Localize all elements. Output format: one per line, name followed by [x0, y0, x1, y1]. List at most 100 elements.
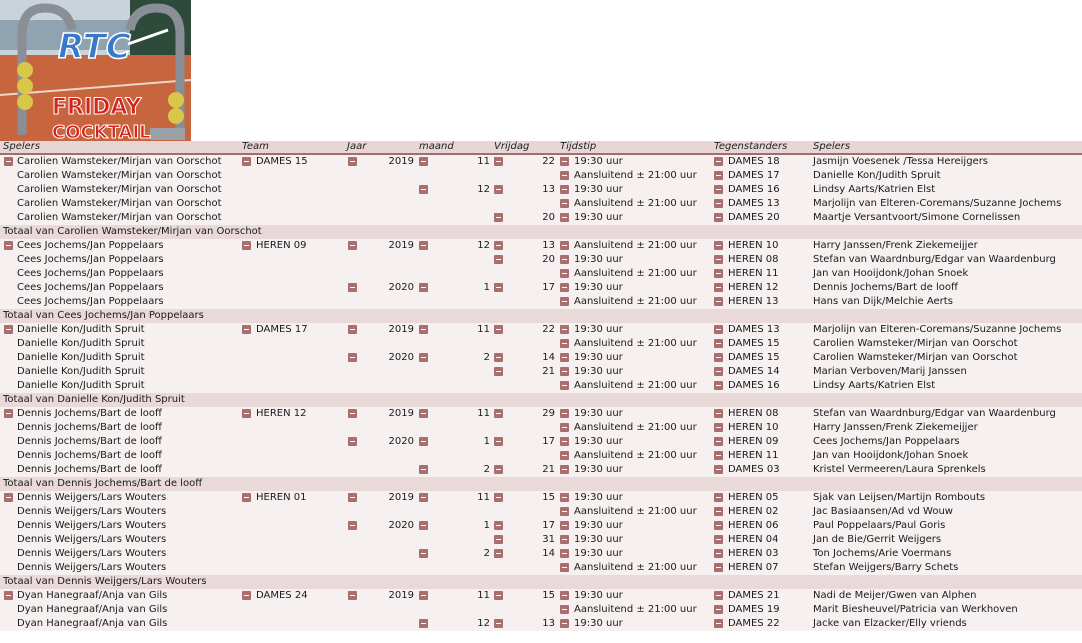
collapse-tegenstanders-toggle[interactable]	[714, 535, 723, 544]
collapse-tegenstanders-toggle[interactable]	[714, 591, 723, 600]
collapse-vrijdag-toggle[interactable]	[494, 521, 503, 530]
collapse-tegenstanders-toggle[interactable]	[714, 493, 723, 502]
collapse-spelers-toggle[interactable]	[4, 325, 13, 334]
collapse-vrijdag-toggle[interactable]	[494, 535, 503, 544]
collapse-maand-toggle[interactable]	[419, 283, 428, 292]
collapse-tijdstip-toggle[interactable]	[560, 437, 569, 446]
collapse-vrijdag-toggle[interactable]	[494, 493, 503, 502]
collapse-maand-toggle[interactable]	[419, 549, 428, 558]
collapse-jaar-toggle[interactable]	[348, 521, 357, 530]
collapse-tijdstip-toggle[interactable]	[560, 507, 569, 516]
collapse-tijdstip-toggle[interactable]	[560, 465, 569, 474]
collapse-tegenstanders-toggle[interactable]	[714, 157, 723, 166]
collapse-tijdstip-toggle[interactable]	[560, 255, 569, 264]
collapse-tijdstip-toggle[interactable]	[560, 563, 569, 572]
collapse-tijdstip-toggle[interactable]	[560, 339, 569, 348]
collapse-maand-toggle[interactable]	[419, 325, 428, 334]
collapse-maand-toggle[interactable]	[419, 493, 428, 502]
collapse-tegenstanders-toggle[interactable]	[714, 507, 723, 516]
collapse-tijdstip-toggle[interactable]	[560, 199, 569, 208]
collapse-tegenstanders-toggle[interactable]	[714, 255, 723, 264]
collapse-vrijdag-toggle[interactable]	[494, 591, 503, 600]
collapse-tijdstip-toggle[interactable]	[560, 185, 569, 194]
collapse-maand-toggle[interactable]	[419, 353, 428, 362]
collapse-tijdstip-toggle[interactable]	[560, 423, 569, 432]
collapse-tegenstanders-toggle[interactable]	[714, 521, 723, 530]
collapse-tegenstanders-toggle[interactable]	[714, 465, 723, 474]
collapse-jaar-toggle[interactable]	[348, 157, 357, 166]
collapse-jaar-toggle[interactable]	[348, 591, 357, 600]
collapse-spelers-toggle[interactable]	[4, 493, 13, 502]
collapse-maand-toggle[interactable]	[419, 409, 428, 418]
collapse-vrijdag-toggle[interactable]	[494, 213, 503, 222]
collapse-tijdstip-toggle[interactable]	[560, 535, 569, 544]
collapse-tijdstip-toggle[interactable]	[560, 157, 569, 166]
collapse-maand-toggle[interactable]	[419, 437, 428, 446]
collapse-tegenstanders-toggle[interactable]	[714, 437, 723, 446]
collapse-jaar-toggle[interactable]	[348, 353, 357, 362]
collapse-vrijdag-toggle[interactable]	[494, 353, 503, 362]
collapse-tijdstip-toggle[interactable]	[560, 241, 569, 250]
collapse-tijdstip-toggle[interactable]	[560, 619, 569, 628]
collapse-tegenstanders-toggle[interactable]	[714, 619, 723, 628]
collapse-tegenstanders-toggle[interactable]	[714, 171, 723, 180]
collapse-spelers-toggle[interactable]	[4, 241, 13, 250]
collapse-vrijdag-toggle[interactable]	[494, 367, 503, 376]
collapse-tegenstanders-toggle[interactable]	[714, 185, 723, 194]
collapse-vrijdag-toggle[interactable]	[494, 409, 503, 418]
collapse-maand-toggle[interactable]	[419, 241, 428, 250]
collapse-team-toggle[interactable]	[242, 325, 251, 334]
collapse-maand-toggle[interactable]	[419, 465, 428, 474]
collapse-tijdstip-toggle[interactable]	[560, 605, 569, 614]
collapse-tijdstip-toggle[interactable]	[560, 521, 569, 530]
collapse-tegenstanders-toggle[interactable]	[714, 325, 723, 334]
collapse-tegenstanders-toggle[interactable]	[714, 451, 723, 460]
collapse-spelers-toggle[interactable]	[4, 591, 13, 600]
collapse-jaar-toggle[interactable]	[348, 409, 357, 418]
collapse-tijdstip-toggle[interactable]	[560, 269, 569, 278]
collapse-tegenstanders-toggle[interactable]	[714, 297, 723, 306]
collapse-vrijdag-toggle[interactable]	[494, 549, 503, 558]
collapse-tegenstanders-toggle[interactable]	[714, 381, 723, 390]
collapse-vrijdag-toggle[interactable]	[494, 185, 503, 194]
collapse-vrijdag-toggle[interactable]	[494, 241, 503, 250]
collapse-team-toggle[interactable]	[242, 241, 251, 250]
collapse-jaar-toggle[interactable]	[348, 283, 357, 292]
collapse-team-toggle[interactable]	[242, 493, 251, 502]
collapse-tijdstip-toggle[interactable]	[560, 283, 569, 292]
collapse-tegenstanders-toggle[interactable]	[714, 409, 723, 418]
collapse-tegenstanders-toggle[interactable]	[714, 367, 723, 376]
collapse-vrijdag-toggle[interactable]	[494, 157, 503, 166]
collapse-jaar-toggle[interactable]	[348, 493, 357, 502]
collapse-maand-toggle[interactable]	[419, 521, 428, 530]
collapse-vrijdag-toggle[interactable]	[494, 325, 503, 334]
collapse-tegenstanders-toggle[interactable]	[714, 339, 723, 348]
collapse-tijdstip-toggle[interactable]	[560, 549, 569, 558]
collapse-maand-toggle[interactable]	[419, 185, 428, 194]
collapse-team-toggle[interactable]	[242, 157, 251, 166]
collapse-tijdstip-toggle[interactable]	[560, 353, 569, 362]
collapse-tegenstanders-toggle[interactable]	[714, 241, 723, 250]
collapse-tegenstanders-toggle[interactable]	[714, 563, 723, 572]
collapse-tegenstanders-toggle[interactable]	[714, 199, 723, 208]
collapse-jaar-toggle[interactable]	[348, 241, 357, 250]
collapse-tegenstanders-toggle[interactable]	[714, 269, 723, 278]
collapse-tijdstip-toggle[interactable]	[560, 409, 569, 418]
collapse-tegenstanders-toggle[interactable]	[714, 283, 723, 292]
collapse-vrijdag-toggle[interactable]	[494, 619, 503, 628]
collapse-tijdstip-toggle[interactable]	[560, 325, 569, 334]
collapse-tijdstip-toggle[interactable]	[560, 451, 569, 460]
collapse-tijdstip-toggle[interactable]	[560, 367, 569, 376]
collapse-tegenstanders-toggle[interactable]	[714, 549, 723, 558]
collapse-tegenstanders-toggle[interactable]	[714, 213, 723, 222]
collapse-tegenstanders-toggle[interactable]	[714, 423, 723, 432]
collapse-team-toggle[interactable]	[242, 409, 251, 418]
collapse-tijdstip-toggle[interactable]	[560, 493, 569, 502]
collapse-vrijdag-toggle[interactable]	[494, 255, 503, 264]
collapse-maand-toggle[interactable]	[419, 591, 428, 600]
collapse-maand-toggle[interactable]	[419, 157, 428, 166]
collapse-tijdstip-toggle[interactable]	[560, 171, 569, 180]
collapse-tijdstip-toggle[interactable]	[560, 297, 569, 306]
collapse-tijdstip-toggle[interactable]	[560, 381, 569, 390]
collapse-tegenstanders-toggle[interactable]	[714, 353, 723, 362]
